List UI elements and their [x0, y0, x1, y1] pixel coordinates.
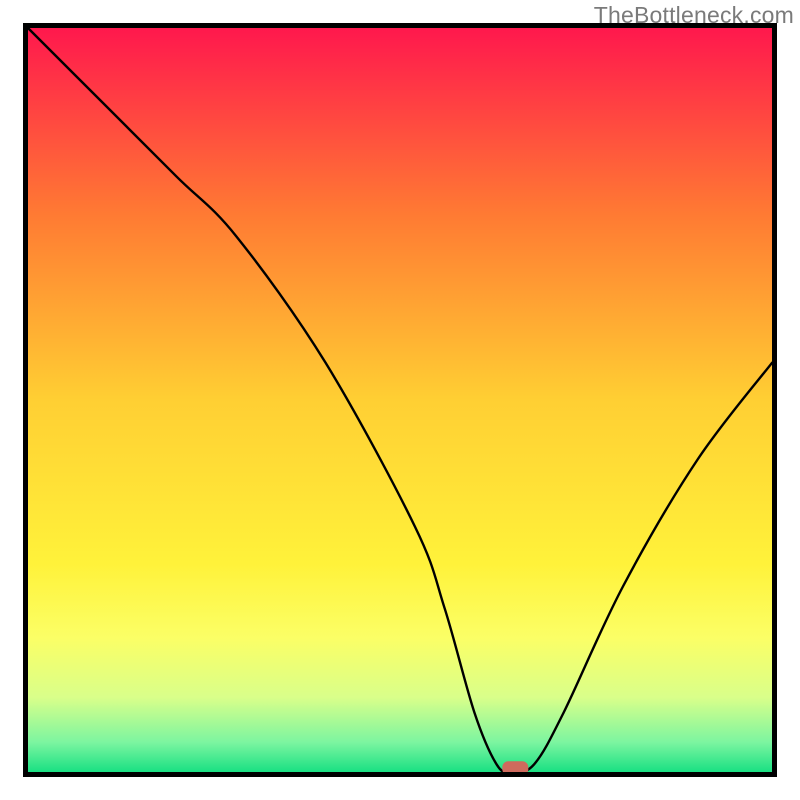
chart-frame: TheBottleneck.com: [0, 0, 800, 800]
bottleneck-chart: [0, 0, 800, 800]
watermark-text: TheBottleneck.com: [594, 2, 794, 29]
